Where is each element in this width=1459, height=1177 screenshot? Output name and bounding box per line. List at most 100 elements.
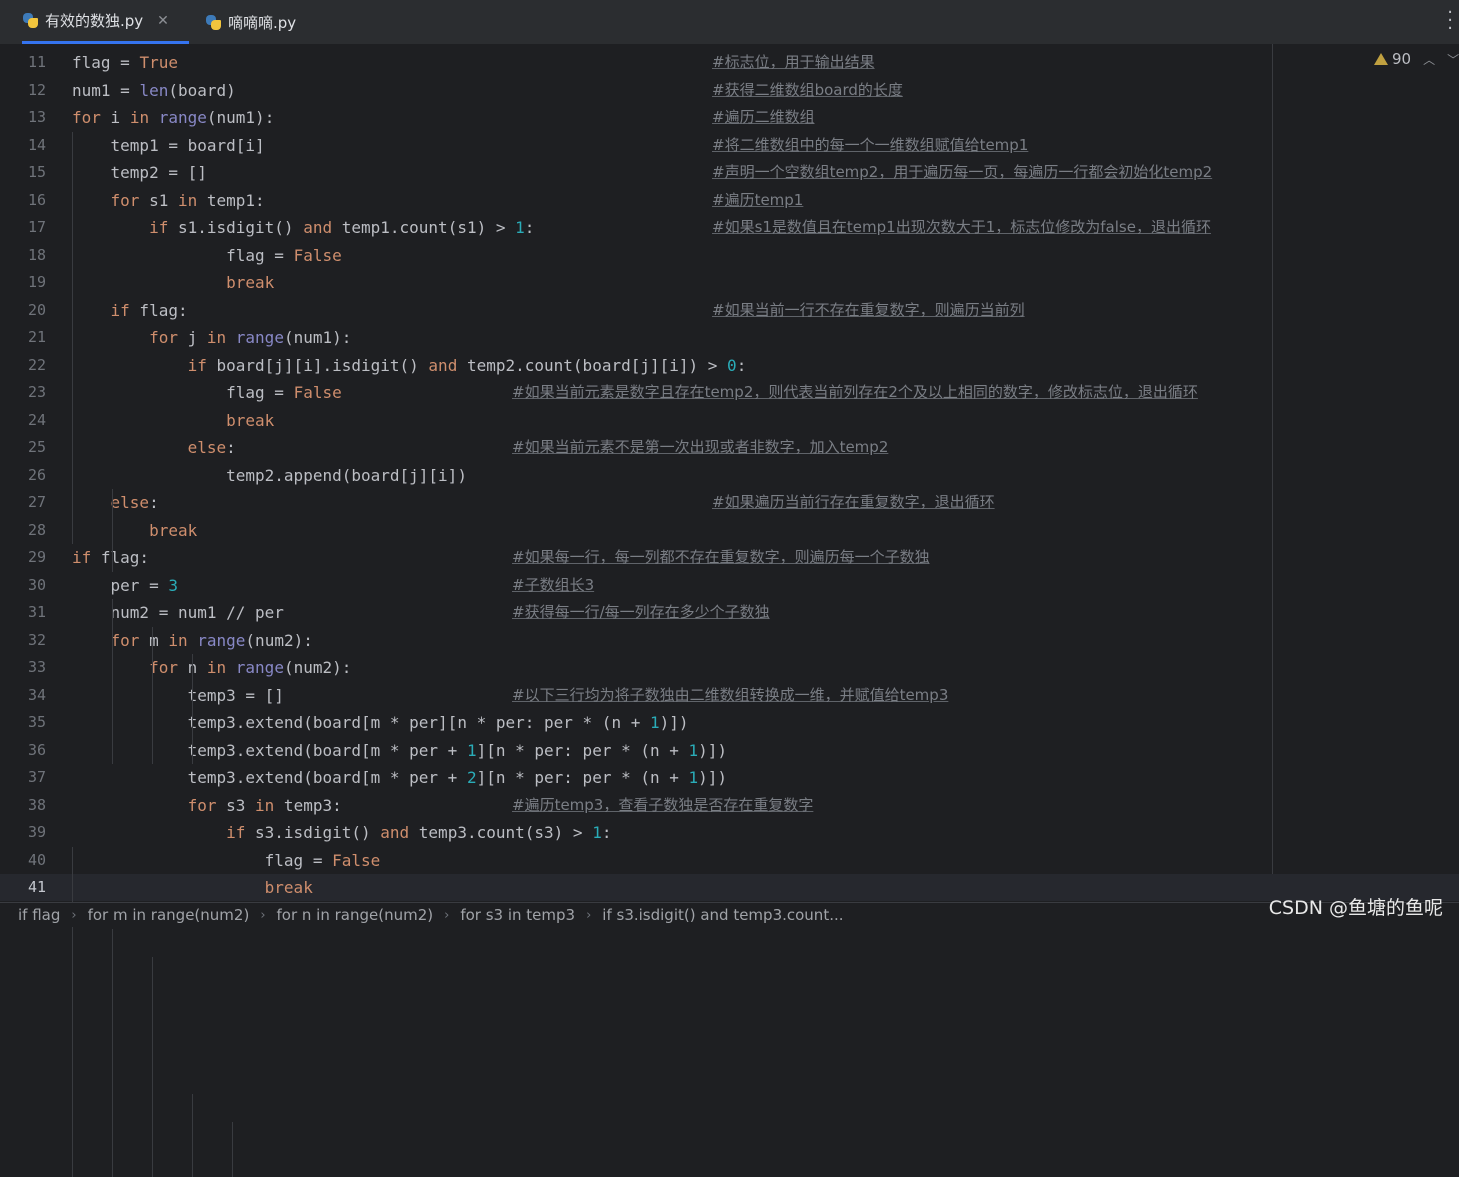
code-text[interactable]: for i in range(num1): bbox=[72, 104, 274, 131]
line-number: 17 bbox=[27, 218, 46, 236]
code-line[interactable]: 21 for j in range(num1): bbox=[0, 324, 1459, 351]
tab-label: 嘀嘀嘀.py bbox=[228, 13, 297, 32]
breadcrumb-item[interactable]: if s3.isdigit() and temp3.count... bbox=[602, 906, 843, 924]
code-line[interactable]: 38 for s3 in temp3: #遍历temp3，查看子数独是否存在重复数… bbox=[0, 792, 1459, 819]
code-line[interactable]: 22 if board[j][i].isdigit() and temp2.co… bbox=[0, 352, 1459, 379]
code-line[interactable]: 14 temp1 = board[i] #将二维数组中的每一个一维数组赋值给tem… bbox=[0, 132, 1459, 159]
code-text[interactable]: temp3.extend(board[m * per][n * per: per… bbox=[72, 709, 689, 736]
code-comment[interactable]: #遍历二维数组 bbox=[712, 104, 815, 131]
breadcrumb-item[interactable]: if flag bbox=[18, 906, 60, 924]
code-text[interactable]: break bbox=[72, 517, 197, 544]
code-comment[interactable]: #以下三行均为将子数独由二维数组转换成一维，并赋值给temp3 bbox=[512, 682, 948, 709]
indent-guide bbox=[192, 709, 193, 764]
code-line[interactable]: 36 temp3.extend(board[m * per + 1][n * p… bbox=[0, 737, 1459, 764]
code-line[interactable]: 25 else: #如果当前元素不是第一次出现或者非数字，加入temp2 bbox=[0, 434, 1459, 461]
code-text[interactable]: per = 3 bbox=[72, 572, 178, 599]
code-text[interactable]: if s1.isdigit() and temp1.count(s1) > 1: bbox=[72, 214, 534, 241]
code-editor[interactable]: 11 flag = True #标志位，用于输出结果 12 num1 = len(boa… bbox=[0, 44, 1459, 1177]
code-comment[interactable]: #声明一个空数组temp2，用于遍历每一页，每遍历一行都会初始化temp2 bbox=[712, 159, 1212, 186]
code-text[interactable]: flag = False bbox=[72, 379, 342, 406]
code-line[interactable]: 13 for i in range(num1): #遍历二维数组 bbox=[0, 104, 1459, 131]
chevron-up-icon[interactable]: ︿ bbox=[1423, 51, 1435, 68]
code-comment[interactable]: #如果当前一行不存在重复数字，则遍历当前列 bbox=[712, 297, 1025, 324]
code-line[interactable]: 33 for n in range(num2): bbox=[0, 654, 1459, 681]
breadcrumb-item[interactable]: for m in range(num2) bbox=[88, 906, 250, 924]
code-line[interactable]: 31 num2 = num1 // per #获得每一行/每一列存在多少个子数独 bbox=[0, 599, 1459, 626]
code-line[interactable]: 26 temp2.append(board[j][i]) bbox=[0, 462, 1459, 489]
code-text[interactable]: for s1 in temp1: bbox=[72, 187, 265, 214]
indent-guide bbox=[152, 956, 153, 1177]
code-line[interactable]: 32 for m in range(num2): bbox=[0, 627, 1459, 654]
code-text[interactable]: flag = False bbox=[72, 242, 342, 269]
line-number: 13 bbox=[27, 108, 46, 126]
code-text[interactable]: temp3.extend(board[m * per + 2][n * per:… bbox=[72, 764, 727, 791]
code-text[interactable]: break bbox=[72, 874, 313, 901]
code-comment[interactable]: #如果每一行，每一列都不存在重复数字，则遍历每一个子数独 bbox=[512, 544, 930, 571]
code-text[interactable]: if flag: bbox=[72, 544, 149, 571]
inspection-widget[interactable]: 90 ︿ ﹀ bbox=[1374, 50, 1459, 68]
code-line[interactable]: 19 break bbox=[0, 269, 1459, 296]
code-text[interactable]: temp2 = [] bbox=[72, 159, 207, 186]
code-text[interactable]: flag = False bbox=[72, 847, 381, 874]
code-line[interactable]: 23 flag = False #如果当前元素是数字且存在temp2，则代表当前列… bbox=[0, 379, 1459, 406]
code-text[interactable]: temp3.extend(board[m * per + 1][n * per:… bbox=[72, 737, 727, 764]
code-text[interactable]: for s3 in temp3: bbox=[72, 792, 342, 819]
line-number: 40 bbox=[27, 850, 46, 869]
code-text[interactable]: num2 = num1 // per bbox=[72, 599, 284, 626]
code-line[interactable]: 11 flag = True #标志位，用于输出结果 bbox=[0, 49, 1459, 76]
code-comment[interactable]: #如果遍历当前行存在重复数字，退出循环 bbox=[712, 489, 995, 516]
code-line[interactable]: 20 if flag: #如果当前一行不存在重复数字，则遍历当前列 bbox=[0, 297, 1459, 324]
code-text[interactable]: temp3 = [] bbox=[72, 682, 284, 709]
code-line[interactable]: 40 flag = False bbox=[0, 847, 1459, 874]
code-text[interactable]: for m in range(num2): bbox=[72, 627, 313, 654]
chevron-right-icon: › bbox=[444, 907, 450, 923]
breadcrumb-item[interactable]: for n in range(num2) bbox=[277, 906, 434, 924]
code-line[interactable]: 28 break bbox=[0, 517, 1459, 544]
code-text[interactable]: temp1 = board[i] bbox=[72, 132, 265, 159]
code-text[interactable]: else: bbox=[72, 489, 159, 516]
code-comment[interactable]: #如果当前元素不是第一次出现或者非数字，加入temp2 bbox=[512, 434, 888, 461]
more-options-icon[interactable]: · · · bbox=[1447, 4, 1453, 38]
line-number: 18 bbox=[27, 245, 46, 264]
code-text[interactable]: break bbox=[72, 407, 274, 434]
code-text[interactable]: if s3.isdigit() and temp3.count(s3) > 1: bbox=[72, 819, 611, 846]
code-comment[interactable]: #遍历temp3，查看子数独是否存在重复数字 bbox=[512, 792, 813, 819]
code-line[interactable]: 16 for s1 in temp1: #遍历temp1 bbox=[0, 187, 1459, 214]
code-comment[interactable]: #子数组长3 bbox=[512, 572, 594, 599]
code-text[interactable]: if board[j][i].isdigit() and temp2.count… bbox=[72, 352, 747, 379]
code-line[interactable]: 18 flag = False bbox=[0, 242, 1459, 269]
code-comment[interactable]: #获得二维数组board的长度 bbox=[712, 77, 903, 104]
code-line[interactable]: 30 per = 3 #子数组长3 bbox=[0, 572, 1459, 599]
code-text[interactable]: for j in range(num1): bbox=[72, 324, 351, 351]
code-line[interactable]: 27 else: #如果遍历当前行存在重复数字，退出循环 bbox=[0, 489, 1459, 516]
tab-didi-file[interactable]: 嘀嘀嘀.py bbox=[205, 0, 296, 44]
code-text[interactable]: temp2.append(board[j][i]) bbox=[72, 462, 467, 489]
tab-sudoku-file[interactable]: 有效的数独.py ✕ bbox=[22, 0, 189, 44]
code-comment[interactable]: #将二维数组中的每一个一维数组赋值给temp1 bbox=[712, 132, 1028, 159]
code-line[interactable]: 41 break bbox=[0, 874, 1459, 901]
code-line[interactable]: 15 temp2 = [] #声明一个空数组temp2，用于遍历每一页，每遍历一行… bbox=[0, 159, 1459, 186]
code-text[interactable]: for n in range(num2): bbox=[72, 654, 351, 681]
chevron-down-icon[interactable]: ﹀ bbox=[1447, 51, 1459, 68]
code-line[interactable]: 17 if s1.isdigit() and temp1.count(s1) >… bbox=[0, 214, 1459, 241]
code-comment[interactable]: #获得每一行/每一列存在多少个子数独 bbox=[512, 599, 770, 626]
code-text[interactable]: else: bbox=[72, 434, 236, 461]
close-icon[interactable]: ✕ bbox=[157, 13, 169, 29]
code-text[interactable]: flag = True bbox=[72, 49, 178, 76]
code-comment[interactable]: #遍历temp1 bbox=[712, 187, 803, 214]
code-line[interactable]: 34 temp3 = [] #以下三行均为将子数独由二维数组转换成一维，并赋值给t… bbox=[0, 682, 1459, 709]
code-text[interactable]: num1 = len(board) bbox=[72, 77, 236, 104]
code-line[interactable]: 12 num1 = len(board) #获得二维数组board的长度 bbox=[0, 77, 1459, 104]
code-text[interactable]: break bbox=[72, 269, 274, 296]
breadcrumb-item[interactable]: for s3 in temp3 bbox=[460, 906, 575, 924]
code-comment[interactable]: #如果当前元素是数字且存在temp2，则代表当前列存在2个及以上相同的数字，修改… bbox=[512, 379, 1198, 406]
line-number: 19 bbox=[27, 273, 46, 291]
code-comment[interactable]: #标志位，用于输出结果 bbox=[712, 49, 875, 76]
code-comment[interactable]: #如果s1是数值且在temp1出现次数大于1，标志位修改为false，退出循环 bbox=[712, 214, 1211, 241]
code-line[interactable]: 35 temp3.extend(board[m * per][n * per: … bbox=[0, 709, 1459, 736]
code-text[interactable]: if flag: bbox=[72, 297, 188, 324]
code-line[interactable]: 37 temp3.extend(board[m * per + 2][n * p… bbox=[0, 764, 1459, 791]
code-line[interactable]: 39 if s3.isdigit() and temp3.count(s3) >… bbox=[0, 819, 1459, 846]
code-line[interactable]: 29 if flag: #如果每一行，每一列都不存在重复数字，则遍历每一个子数独 bbox=[0, 544, 1459, 571]
code-line[interactable]: 24 break bbox=[0, 407, 1459, 434]
